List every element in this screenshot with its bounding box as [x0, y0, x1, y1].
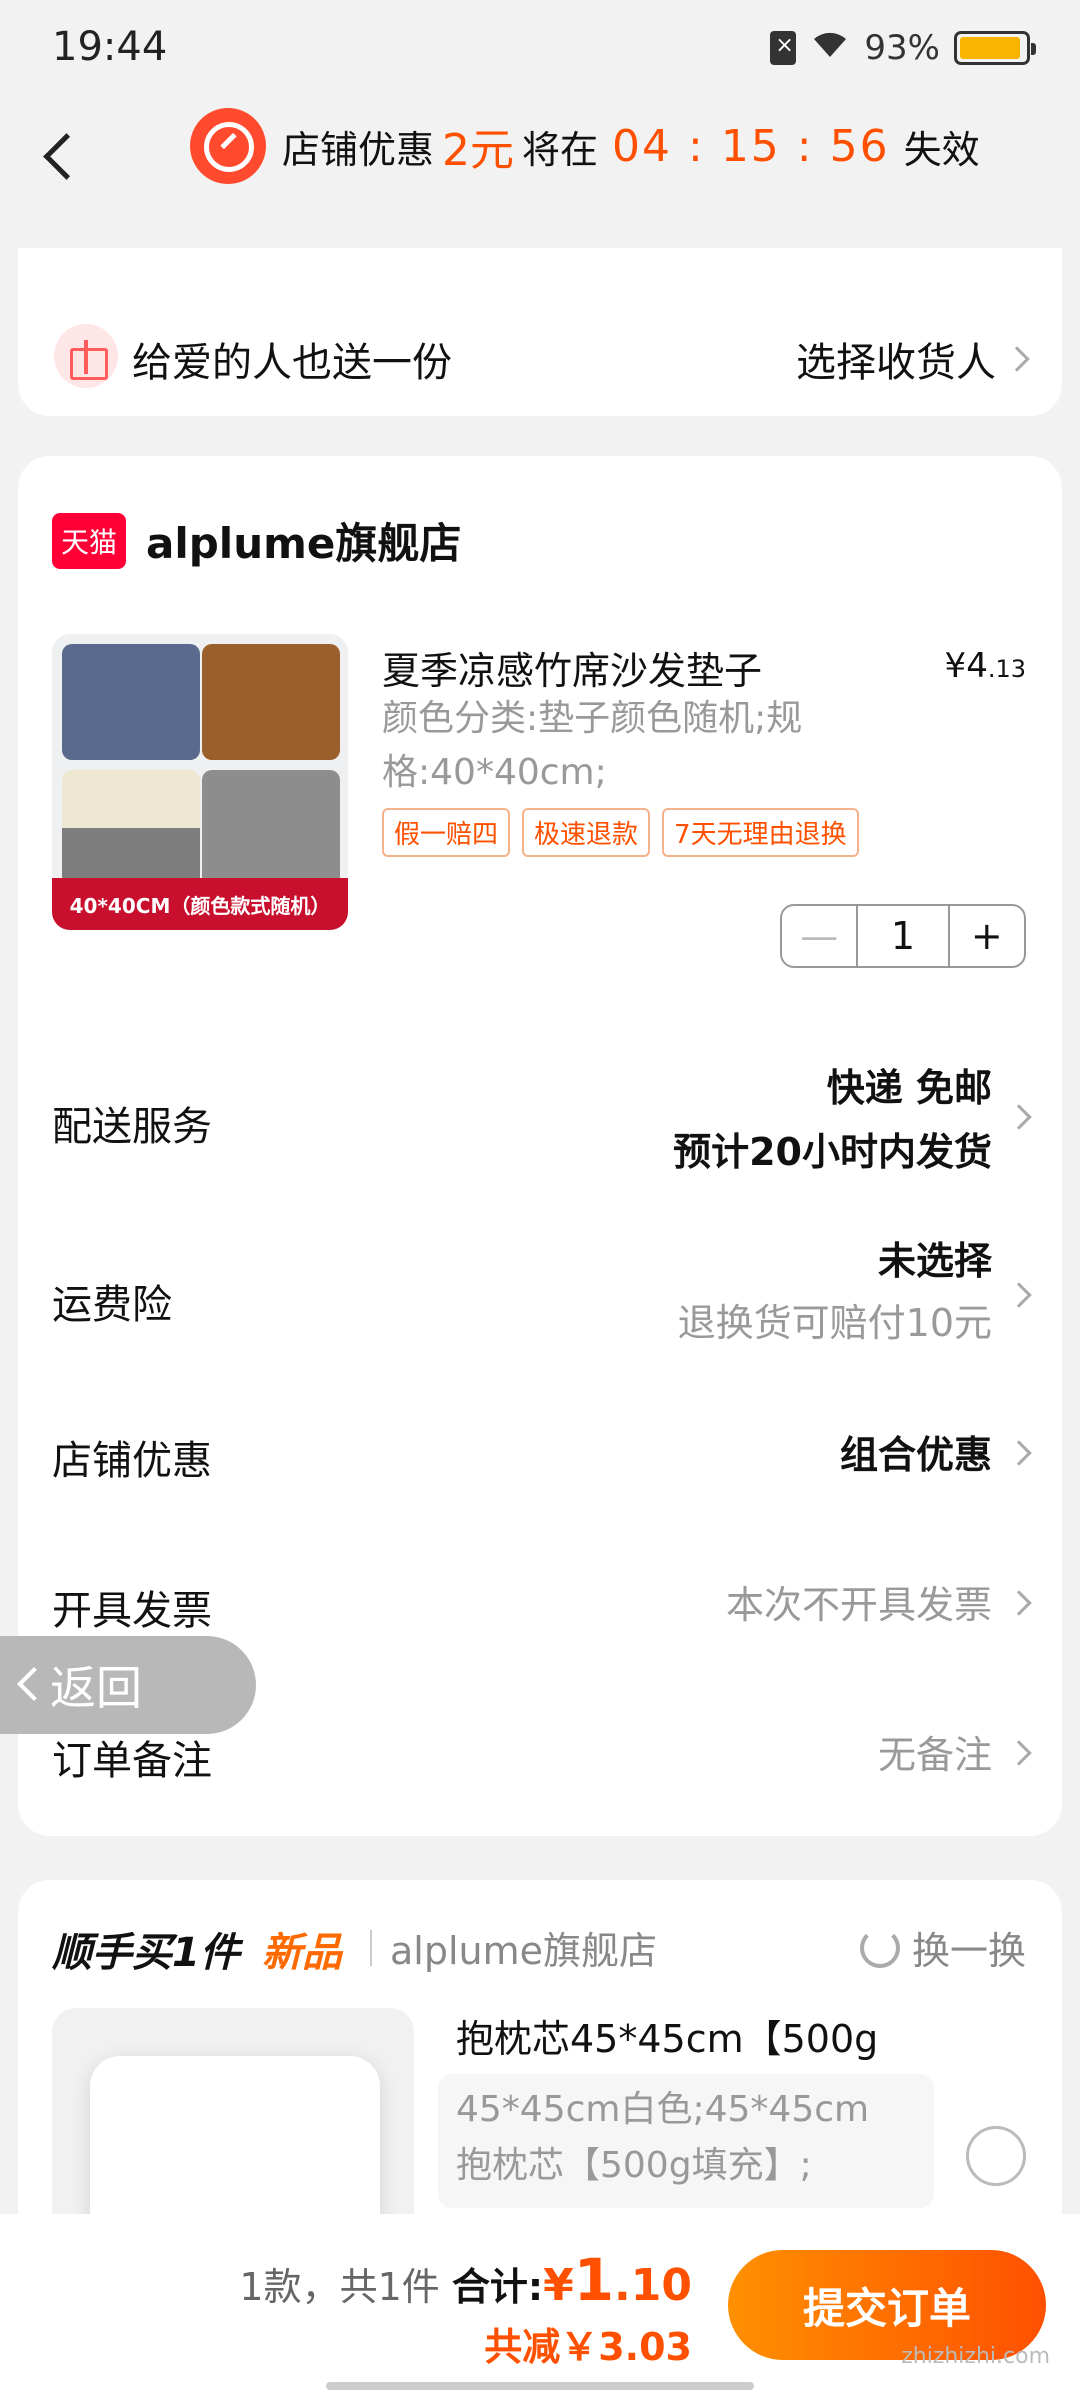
delivery-label: 配送服务	[52, 1104, 212, 1150]
order-card: 天猫 alplume旗舰店 40*40CM（颜色款式随机） 夏季凉感竹席沙发垫子…	[18, 456, 1062, 1836]
sim-off-icon	[770, 31, 797, 65]
watermark: zhizhizhi.com	[901, 2344, 1050, 2369]
summary-total-line: 1款，共1件 合计:¥1.10	[239, 2246, 692, 2314]
quantity-value[interactable]: 1	[856, 906, 950, 966]
invoice-label: 开具发票	[52, 1588, 212, 1634]
status-icons: 93%	[770, 28, 1036, 68]
shop-promo-banner: 店铺优惠 2元 将在 04 : 15 : 56 失效	[190, 108, 980, 184]
addon-select-radio[interactable]	[966, 2126, 1026, 2186]
discount-value: 组合优惠	[839, 1433, 992, 1477]
cushion-white-gray	[62, 770, 200, 886]
battery-fill	[960, 37, 1020, 59]
item-count: 1款，共1件	[239, 2265, 440, 2309]
checkout-bar: 1款，共1件 合计:¥1.10 共减￥3.03 提交订单	[0, 2214, 1080, 2400]
delivery-value: 快递 免邮 预计20小时内发货	[673, 1056, 992, 1184]
gift-label: 给爱的人也送一份	[132, 340, 452, 386]
header: 店铺优惠 2元 将在 04 : 15 : 56 失效	[0, 100, 1080, 220]
home-indicator[interactable]	[326, 2382, 754, 2390]
increase-button[interactable]: +	[950, 906, 1024, 966]
chevron-right-icon	[1006, 1440, 1032, 1466]
back-arrow-icon[interactable]	[40, 126, 100, 186]
invoice-row[interactable]: 开具发票 本次不开具发票	[52, 1566, 1032, 1646]
note-label: 订单备注	[52, 1738, 212, 1784]
decrease-button[interactable]: —	[782, 906, 856, 966]
addon-title: 顺手买1件	[52, 1930, 240, 1976]
addon-product-spec[interactable]: 45*45cm白色;45*45cm 抱枕芯【500g填充】;	[438, 2074, 934, 2208]
order-summary: 1款，共1件 合计:¥1.10 共减￥3.03	[239, 2246, 692, 2371]
product-spec[interactable]: 颜色分类:垫子颜色随机;规格:40*40cm;	[382, 692, 862, 800]
store-header[interactable]: 天猫 alplume旗舰店	[52, 510, 461, 571]
promo-amount: 2元	[442, 125, 515, 176]
invoice-value: 本次不开具发票	[725, 1583, 992, 1627]
promo-end: 失效	[903, 127, 980, 172]
tag: 假一赔四	[382, 808, 511, 857]
chevron-right-icon	[1006, 1740, 1032, 1766]
delivery-line2: 预计20小时内发货	[673, 1130, 992, 1174]
shop-discount-row[interactable]: 店铺优惠 组合优惠	[52, 1416, 1032, 1496]
note-value: 无备注	[877, 1733, 992, 1777]
status-bar: 19:44 93%	[0, 0, 1080, 100]
divider	[370, 1930, 372, 1966]
refresh-label: 换一换	[911, 1929, 1026, 1973]
cushion-blue	[62, 644, 200, 760]
refresh-button[interactable]: 换一换	[859, 1920, 1026, 1975]
saved-amount: 共减￥3.03	[484, 2325, 692, 2369]
status-time: 19:44	[52, 24, 168, 70]
chevron-right-icon	[1006, 1282, 1032, 1308]
insurance-label: 运费险	[52, 1282, 172, 1328]
gift-icon	[54, 324, 118, 388]
timer-icon	[190, 108, 266, 184]
insurance-line2: 退换货可赔付10元	[677, 1301, 992, 1345]
cushion-brown	[202, 644, 340, 760]
price-symbol: ¥	[944, 646, 967, 686]
price-dec: .13	[987, 655, 1026, 683]
tag: 7天无理由退换	[662, 808, 859, 857]
product-tags: 假一赔四 极速退款 7天无理由退换	[382, 808, 859, 857]
addon-product-name[interactable]: 抱枕芯45*45cm【500g	[456, 2008, 878, 2063]
discount-label: 店铺优惠	[52, 1438, 212, 1484]
product-title[interactable]: 夏季凉感竹席沙发垫子	[382, 640, 762, 695]
chevron-right-icon	[1006, 1104, 1032, 1130]
delivery-line1: 快递 免邮	[826, 1066, 992, 1110]
addon-card: 顺手买1件 新品 alplume旗舰店 换一换 抱枕芯45*45cm【500g …	[18, 1880, 1062, 2248]
refresh-icon	[859, 1927, 900, 1968]
choose-recipient[interactable]: 选择收货人	[796, 330, 1030, 388]
chevron-right-icon	[1006, 1590, 1032, 1616]
addon-product-image[interactable]	[52, 2008, 414, 2248]
promo-countdown: 04 : 15 : 56	[612, 120, 890, 172]
addon-store: alplume旗舰店	[390, 1929, 658, 1973]
total-int: 1	[573, 2246, 615, 2314]
price-int: 4	[966, 646, 988, 686]
floating-back-button[interactable]: 返回	[0, 1636, 256, 1734]
total-symbol: ¥	[543, 2260, 574, 2311]
battery-percent: 93%	[864, 28, 940, 68]
addon-spec-line1: 45*45cm白色;45*45cm	[456, 2089, 870, 2130]
tmall-logo: 天猫	[52, 512, 126, 569]
cushion-gray	[202, 770, 340, 886]
gift-card[interactable]: 给爱的人也送一份 选择收货人	[18, 248, 1062, 416]
insurance-line1: 未选择	[877, 1239, 992, 1283]
promo-label: 店铺优惠	[282, 127, 435, 172]
shipping-insurance-row[interactable]: 运费险 未选择 退换货可赔付10元	[52, 1226, 1032, 1346]
product-price: ¥4.13	[945, 646, 1026, 686]
battery-icon	[954, 31, 1036, 65]
promo-mid: 将在	[522, 127, 599, 172]
delivery-row[interactable]: 配送服务 快递 免邮 预计20小时内发货	[52, 1056, 1032, 1176]
addon-new-label: 新品	[262, 1930, 342, 1976]
quantity-stepper: — 1 +	[780, 904, 1026, 968]
choose-recipient-label: 选择收货人	[796, 340, 996, 386]
chevron-right-icon	[1004, 346, 1030, 372]
addon-spec-line2: 抱枕芯【500g填充】;	[456, 2145, 812, 2186]
total-label: 合计:	[451, 2265, 544, 2309]
total-dec: .10	[614, 2260, 692, 2311]
wifi-icon	[810, 28, 850, 68]
store-name: alplume旗舰店	[146, 519, 462, 568]
total-amount: ¥1.10	[543, 2246, 692, 2314]
product-image-caption: 40*40CM（颜色款式随机）	[52, 878, 348, 930]
insurance-value: 未选择 退换货可赔付10元	[678, 1230, 992, 1354]
product-image[interactable]: 40*40CM（颜色款式随机）	[52, 634, 348, 930]
tag: 极速退款	[522, 808, 651, 857]
